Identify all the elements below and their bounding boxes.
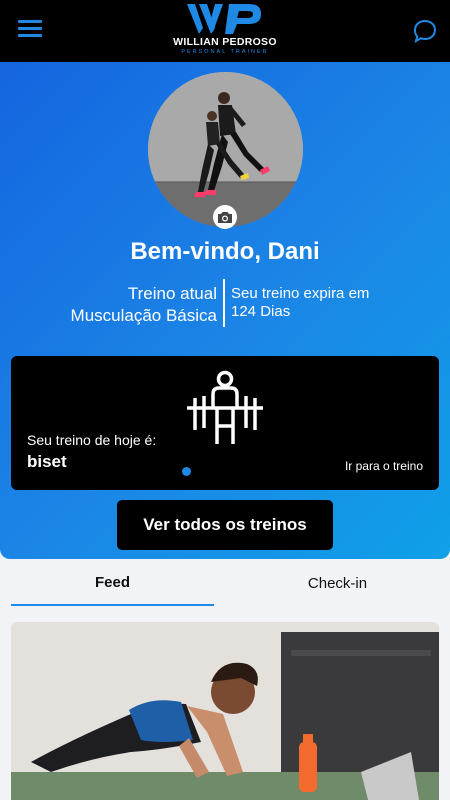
feed-post-image[interactable]	[11, 622, 439, 800]
wp-logo-icon	[187, 4, 261, 34]
current-workout-label: Treino atual	[127, 284, 217, 303]
brand-subtitle: PERSONAL TRAINER	[181, 49, 269, 55]
current-workout-info: Treino atual Musculação Básica	[40, 283, 217, 327]
expiry-label: Seu treino expira em	[231, 285, 370, 302]
weightlifting-icon	[187, 370, 263, 455]
carousel-indicator[interactable]	[182, 467, 191, 476]
brand-logo: WILLIAN PEDROSO PERSONAL TRAINER	[160, 2, 290, 60]
brand-name: WILLIAN PEDROSO	[173, 36, 277, 48]
tab-check-in[interactable]: Check-in	[225, 560, 450, 606]
today-workout-card[interactable]: Seu treino de hoje é: biset Ir para o tr…	[11, 356, 439, 490]
avatar	[148, 72, 303, 227]
expiry-info: Seu treino expira em 124 Dias	[231, 285, 431, 321]
tab-feed[interactable]: Feed	[11, 560, 214, 606]
current-workout-plan: Musculação Básica	[70, 306, 217, 325]
hamburger-menu-icon[interactable]	[18, 20, 42, 40]
today-workout-label: Seu treino de hoje é:	[27, 432, 157, 448]
app-header: WILLIAN PEDROSO PERSONAL TRAINER	[0, 0, 450, 62]
profile-hero: Bem-vindo, Dani Treino atual Musculação …	[0, 62, 450, 559]
info-divider	[223, 279, 225, 327]
tab-bar: Feed Check-in	[0, 560, 450, 610]
camera-icon[interactable]	[213, 205, 237, 229]
welcome-title: Bem-vindo, Dani	[130, 238, 320, 265]
view-all-workouts-button[interactable]: Ver todos os treinos	[117, 500, 333, 550]
expiry-value: 124 Dias	[231, 303, 291, 320]
chat-bubble-icon[interactable]	[412, 18, 438, 44]
go-to-workout-link[interactable]: Ir para o treino	[345, 459, 423, 473]
today-workout-name: biset	[27, 452, 67, 471]
